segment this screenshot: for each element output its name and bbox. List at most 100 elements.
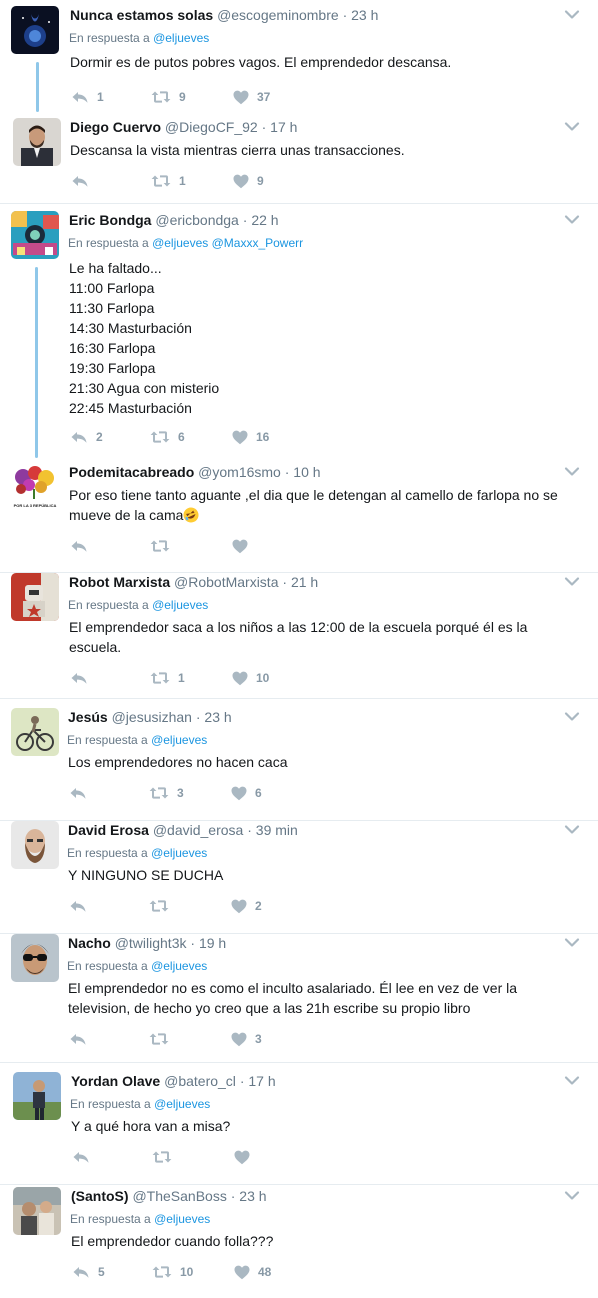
- more-options-button[interactable]: [564, 823, 580, 835]
- separator-dot: ·: [282, 574, 288, 590]
- display-name[interactable]: Robot Marxista: [69, 574, 170, 590]
- timestamp-link[interactable]: 21 h: [291, 574, 318, 590]
- more-options-button[interactable]: [564, 213, 580, 225]
- retweet-button[interactable]: [150, 537, 178, 555]
- reply-mention-link[interactable]: @eljueves: [153, 31, 209, 45]
- retweet-button[interactable]: [152, 1148, 180, 1166]
- like-button[interactable]: 10: [232, 669, 269, 687]
- timestamp-link[interactable]: 23 h: [204, 709, 231, 725]
- reply-mention-link[interactable]: @eljueves: [154, 1212, 210, 1226]
- like-button[interactable]: 16: [232, 428, 269, 446]
- retweet-button[interactable]: 9: [151, 88, 186, 106]
- tweet[interactable]: Eric Bondga @ericbondga · 22 h En respue…: [0, 211, 598, 463]
- tweet[interactable]: Diego Cuervo @DiegoCF_92 · 17 h Descansa…: [0, 118, 598, 204]
- tweet[interactable]: Yordan Olave @batero_cl · 17 h En respue…: [0, 1072, 598, 1185]
- more-options-button[interactable]: [564, 8, 580, 20]
- reply-button[interactable]: 5: [72, 1263, 105, 1281]
- username[interactable]: @ericbondga: [155, 212, 239, 228]
- tweet[interactable]: Nacho @twilight3k · 19 h En respuesta a …: [0, 934, 598, 1063]
- like-button[interactable]: [232, 537, 256, 555]
- avatar[interactable]: [13, 1187, 61, 1235]
- reply-button[interactable]: [72, 1148, 98, 1166]
- reply-mention-link[interactable]: @eljueves: [154, 1097, 210, 1111]
- reply-mention-link[interactable]: @eljueves: [151, 959, 207, 973]
- tweet[interactable]: Nunca estamos solas @escogeminombre · 23…: [0, 6, 598, 118]
- more-options-button[interactable]: [564, 1189, 580, 1201]
- timestamp-link[interactable]: 17 h: [248, 1073, 275, 1089]
- reply-button[interactable]: [69, 897, 95, 915]
- tweet[interactable]: POR LA 3 REPÚBLICA Podemitacabreado @yom…: [0, 463, 598, 573]
- retweet-button[interactable]: 6: [150, 428, 185, 446]
- timestamp-link[interactable]: 39 min: [256, 822, 298, 838]
- avatar[interactable]: [11, 573, 59, 621]
- timestamp-link[interactable]: 17 h: [270, 119, 297, 135]
- reply-button[interactable]: [70, 537, 96, 555]
- timestamp-link[interactable]: 23 h: [239, 1188, 266, 1204]
- retweet-button[interactable]: 10: [152, 1263, 193, 1281]
- reply-button[interactable]: [71, 172, 97, 190]
- avatar[interactable]: [11, 708, 59, 756]
- username[interactable]: @jesusizhan: [112, 709, 192, 725]
- avatar[interactable]: [11, 821, 59, 869]
- tweet-text: Y NINGUNO SE DUCHA: [68, 865, 223, 885]
- username[interactable]: @DiegoCF_92: [165, 119, 258, 135]
- retweet-button[interactable]: [149, 897, 177, 915]
- avatar[interactable]: [11, 6, 59, 54]
- display-name[interactable]: Diego Cuervo: [70, 119, 161, 135]
- like-button[interactable]: 37: [233, 88, 270, 106]
- avatar[interactable]: [13, 118, 61, 166]
- username[interactable]: @RobotMarxista: [174, 574, 278, 590]
- tweet[interactable]: Jesús @jesusizhan · 23 h En respuesta a …: [0, 708, 598, 821]
- avatar[interactable]: [11, 934, 59, 982]
- retweet-button[interactable]: [149, 1030, 177, 1048]
- like-button[interactable]: [234, 1148, 258, 1166]
- retweet-button[interactable]: 3: [149, 784, 184, 802]
- more-options-button[interactable]: [564, 1074, 580, 1086]
- retweet-button[interactable]: 1: [150, 669, 185, 687]
- username[interactable]: @twilight3k: [115, 935, 187, 951]
- timestamp-link[interactable]: 22 h: [251, 212, 278, 228]
- like-button[interactable]: 9: [233, 172, 264, 190]
- reply-button[interactable]: 1: [71, 88, 104, 106]
- more-options-button[interactable]: [564, 120, 580, 132]
- display-name[interactable]: (SantoS): [71, 1188, 129, 1204]
- username[interactable]: @TheSanBoss: [132, 1188, 226, 1204]
- username[interactable]: @batero_cl: [164, 1073, 236, 1089]
- avatar[interactable]: [13, 1072, 61, 1120]
- avatar[interactable]: POR LA 3 REPÚBLICA: [11, 463, 59, 511]
- timestamp-link[interactable]: 23 h: [351, 7, 378, 23]
- username[interactable]: @escogeminombre: [217, 7, 339, 23]
- display-name[interactable]: Nacho: [68, 935, 111, 951]
- timestamp-link[interactable]: 10 h: [293, 464, 320, 480]
- reply-button[interactable]: [69, 1030, 95, 1048]
- tweet[interactable]: Robot Marxista @RobotMarxista · 21 h En …: [0, 573, 598, 699]
- like-button[interactable]: 3: [231, 1030, 262, 1048]
- more-options-button[interactable]: [564, 710, 580, 722]
- username[interactable]: @yom16smo: [198, 464, 281, 480]
- tweet[interactable]: (SantoS) @TheSanBoss · 23 h En respuesta…: [0, 1187, 598, 1298]
- retweet-button[interactable]: 1: [151, 172, 186, 190]
- reply-mention-link[interactable]: @eljueves: [151, 733, 207, 747]
- avatar[interactable]: [11, 211, 59, 259]
- reply-mention-link[interactable]: @eljueves: [151, 846, 207, 860]
- display-name[interactable]: Eric Bondga: [69, 212, 151, 228]
- reply-button[interactable]: [69, 784, 95, 802]
- reply-mention-link[interactable]: @eljueves @Maxxx_Powerr: [152, 236, 303, 250]
- more-options-button[interactable]: [564, 465, 580, 477]
- like-button[interactable]: 6: [231, 784, 262, 802]
- reply-mention-link[interactable]: @eljueves: [152, 598, 208, 612]
- like-button[interactable]: 48: [234, 1263, 271, 1281]
- timestamp-link[interactable]: 19 h: [199, 935, 226, 951]
- username[interactable]: @david_erosa: [153, 822, 244, 838]
- like-button[interactable]: 2: [231, 897, 262, 915]
- display-name[interactable]: Yordan Olave: [71, 1073, 160, 1089]
- display-name[interactable]: David Erosa: [68, 822, 149, 838]
- display-name[interactable]: Podemitacabreado: [69, 464, 194, 480]
- tweet[interactable]: David Erosa @david_erosa · 39 min En res…: [0, 821, 598, 934]
- more-options-button[interactable]: [564, 936, 580, 948]
- more-options-button[interactable]: [564, 575, 580, 587]
- display-name[interactable]: Jesús: [68, 709, 108, 725]
- reply-button[interactable]: 2: [70, 428, 103, 446]
- reply-button[interactable]: [70, 669, 96, 687]
- display-name[interactable]: Nunca estamos solas: [70, 7, 213, 23]
